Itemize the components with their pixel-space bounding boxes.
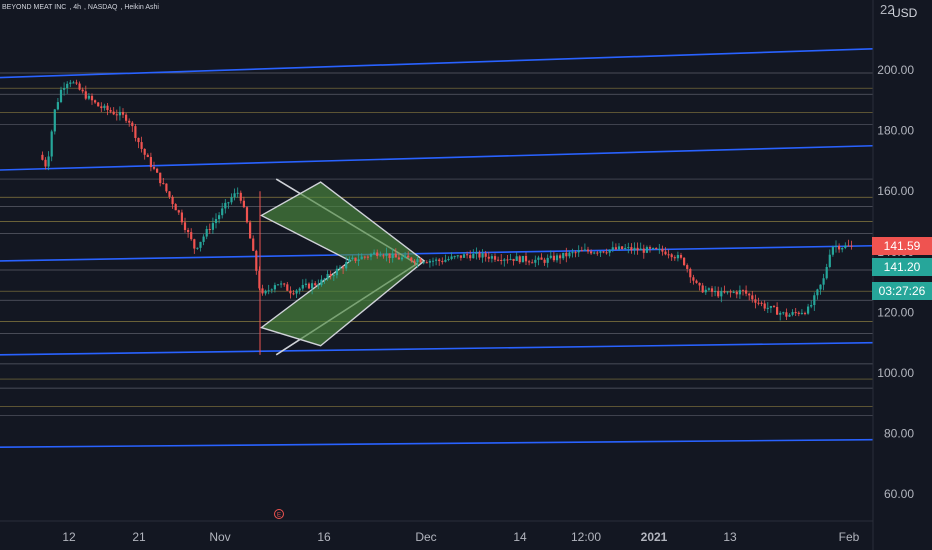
time-tick-label: 12:00 bbox=[571, 530, 601, 544]
candle bbox=[521, 255, 524, 263]
countdown-label: 03:27:26 bbox=[872, 282, 932, 300]
chart-background bbox=[0, 0, 932, 550]
time-tick-label: 21 bbox=[132, 530, 146, 544]
currency-code: USD bbox=[892, 6, 918, 20]
chart-style: Heikin Ashi bbox=[124, 4, 159, 11]
candle bbox=[174, 203, 177, 211]
candle bbox=[683, 257, 686, 267]
symbol-interval: 4h bbox=[73, 4, 81, 11]
candle bbox=[276, 284, 280, 286]
candle bbox=[53, 108, 56, 135]
price-tick-label: 80.00 bbox=[884, 427, 914, 441]
current-price-label: 141.20 bbox=[872, 258, 932, 276]
price-chart[interactable]: 200.00180.00160.00140.00120.00100.0080.0… bbox=[0, 0, 932, 550]
last-close-label: 141.59 bbox=[872, 237, 932, 255]
price-tick-label: 180.00 bbox=[877, 124, 914, 138]
time-tick-label: 12 bbox=[62, 530, 76, 544]
time-tick-label: 2021 bbox=[641, 530, 668, 544]
candle bbox=[245, 206, 249, 224]
time-tick-label: Feb bbox=[839, 530, 860, 544]
time-tick-label: 13 bbox=[723, 530, 737, 544]
time-tick-label: Dec bbox=[415, 530, 436, 544]
candle bbox=[249, 220, 252, 239]
price-tick-label: 120.00 bbox=[877, 305, 914, 319]
time-tick-label: 14 bbox=[513, 530, 527, 544]
earnings-marker-label: E bbox=[277, 513, 281, 519]
price-tick-label: 100.00 bbox=[877, 366, 914, 380]
time-tick-label: 16 bbox=[317, 530, 331, 544]
time-tick-label: Nov bbox=[209, 530, 230, 544]
price-tick-label: 60.00 bbox=[884, 487, 914, 501]
symbol-exchange: NASDAQ bbox=[87, 4, 118, 11]
symbol-header[interactable]: BEYOND MEAT INC, 4h, NASDAQ, Heikin Ashi bbox=[2, 4, 162, 11]
price-tick-label: 160.00 bbox=[877, 184, 914, 198]
symbol-name: BEYOND MEAT INC bbox=[2, 4, 67, 11]
price-tick-label: 200.00 bbox=[877, 63, 914, 77]
candle bbox=[97, 101, 100, 107]
